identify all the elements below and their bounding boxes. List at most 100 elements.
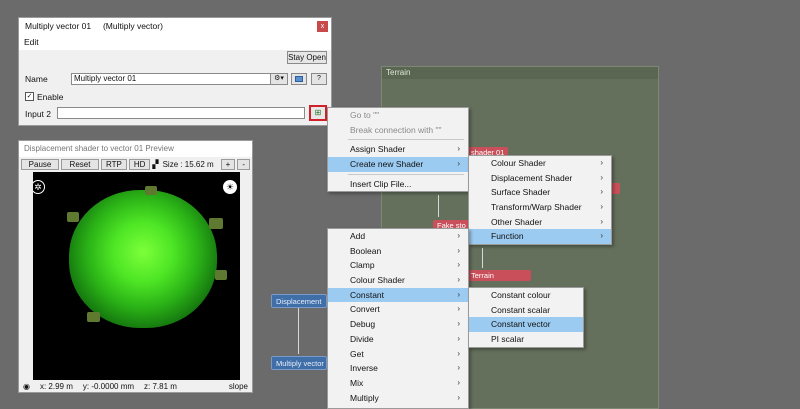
context-menu: Go to "" Break connection with "" Assign…: [327, 107, 469, 193]
chevron-right-icon: ›: [457, 348, 460, 358]
menu-item-constant[interactable]: Constant ›: [328, 287, 468, 303]
dialog-title: Multiply vector 01 (Multiply vector): [25, 21, 163, 31]
menu-item-constant-scalar[interactable]: Constant scalar: [469, 303, 583, 318]
menu-item-colour-shader-fn[interactable]: Colour Shader ›: [328, 273, 468, 288]
displacement-node[interactable]: Displacement: [271, 294, 327, 308]
chevron-right-icon: ›: [457, 159, 460, 169]
preview-window: Displacement shader to vector 01 Preview…: [18, 140, 253, 393]
chevron-right-icon: ›: [600, 172, 603, 182]
input2-add-button[interactable]: ⊞: [309, 105, 327, 121]
light-icon[interactable]: ☀: [223, 180, 237, 194]
multiply-vector-node[interactable]: Multiply vector: [271, 356, 327, 370]
preview-viewport[interactable]: ✲ ☀: [33, 172, 240, 381]
menu-item-assign-shader[interactable]: Assign Shader ›: [328, 142, 468, 157]
menu-item-divide[interactable]: Divide ›: [328, 332, 468, 347]
menu-item-clamp[interactable]: Clamp ›: [328, 258, 468, 273]
menu-item-goto[interactable]: Go to "": [328, 108, 468, 123]
gear-menu-button[interactable]: ⚙▾: [270, 73, 288, 85]
constant-submenu: Constant colour Constant scalar Constant…: [468, 287, 584, 348]
chevron-right-icon: ›: [457, 333, 460, 343]
chevron-right-icon: ›: [457, 319, 460, 329]
menu-item-add[interactable]: Add ›: [328, 229, 468, 244]
chevron-right-icon: ›: [457, 260, 460, 270]
menu-separator: [348, 173, 464, 175]
view-button[interactable]: [291, 73, 307, 85]
input2-field[interactable]: [57, 107, 305, 119]
status-slope: slope: [228, 381, 248, 391]
window-icon: [295, 76, 303, 82]
dialog-menubar: Edit: [19, 36, 331, 50]
menu-item-boolean[interactable]: Boolean ›: [328, 244, 468, 259]
chevron-right-icon: ›: [457, 304, 460, 314]
menu-item-convert[interactable]: Convert ›: [328, 302, 468, 317]
status-z: z: 7.81 m: [144, 381, 177, 391]
input2-label: Input 2: [25, 109, 51, 119]
node-dialog: Multiply vector 01 (Multiply vector) x E…: [18, 17, 332, 126]
chevron-right-icon: ›: [600, 231, 603, 241]
menu-item-create-new-shader[interactable]: Create new Shader ›: [328, 157, 468, 172]
zoom-in-button[interactable]: +: [220, 158, 236, 170]
menu-separator: [348, 139, 464, 141]
menu-item-other-shader[interactable]: Other Shader ›: [469, 215, 611, 230]
rtp-button[interactable]: RTP: [101, 158, 127, 170]
menu-item-mix[interactable]: Mix ›: [328, 376, 468, 391]
menu-item-function[interactable]: Function ›: [469, 229, 611, 245]
zoom-out-button[interactable]: -: [237, 158, 250, 170]
dialog-title-bar: Multiply vector 01 (Multiply vector) x: [19, 18, 331, 36]
size-readout: Size : 15.62 m: [162, 159, 214, 169]
reset-button[interactable]: Reset: [61, 158, 99, 170]
name-label: Name: [25, 74, 48, 84]
close-button[interactable]: x: [317, 21, 328, 32]
menu-item-colour-shader[interactable]: Colour Shader ›: [469, 156, 611, 171]
render-detail: [209, 218, 223, 229]
terrain-node[interactable]: Terrain: [467, 270, 531, 281]
chevron-right-icon: ›: [600, 216, 603, 226]
menu-item-insert-clip-file[interactable]: Insert Clip File...: [328, 177, 468, 192]
terrain-panel-title: Terrain: [382, 67, 658, 79]
status-x: x: 2.99 m: [39, 381, 73, 391]
graph-wire: [438, 195, 439, 217]
brush-icon[interactable]: ▞: [152, 160, 158, 169]
menu-item-get[interactable]: Get ›: [328, 347, 468, 362]
menu-item-break-connection[interactable]: Break connection with "": [328, 123, 468, 138]
chevron-right-icon: ›: [457, 377, 460, 387]
render-detail: [67, 212, 79, 222]
menu-item-debug[interactable]: Debug ›: [328, 317, 468, 332]
menu-item-transform-warp-shader[interactable]: Transform/Warp Shader ›: [469, 200, 611, 215]
preview-toolbar: Pause Reset RTP HD ▞ Size : 15.62 m + -: [19, 157, 252, 171]
chevron-right-icon: ›: [600, 202, 603, 212]
displacement-preview-render: [69, 190, 217, 328]
menu-edit[interactable]: Edit: [24, 37, 39, 47]
help-button[interactable]: ?: [311, 73, 327, 85]
menu-item-surface-shader[interactable]: Surface Shader ›: [469, 185, 611, 200]
menu-item-multiply[interactable]: Multiply ›: [328, 391, 468, 406]
chevron-right-icon: ›: [457, 363, 460, 373]
chevron-right-icon: ›: [600, 187, 603, 197]
gear-icon: ⚙▾: [274, 75, 284, 82]
hd-button[interactable]: HD: [128, 158, 151, 170]
add-node-icon: ⊞: [314, 108, 322, 117]
graph-wire: [482, 248, 483, 268]
graph-wire: [298, 308, 299, 354]
menu-item-inverse[interactable]: Inverse ›: [328, 361, 468, 376]
render-detail: [215, 270, 227, 280]
rotate-camera-icon[interactable]: ✲: [33, 180, 45, 194]
name-input[interactable]: Multiply vector 01: [71, 73, 282, 85]
chevron-right-icon: ›: [457, 275, 460, 285]
render-detail: [87, 312, 100, 322]
render-detail: [145, 186, 157, 195]
preview-title: Displacement shader to vector 01 Preview: [19, 141, 252, 157]
enable-label: Enable: [37, 92, 64, 102]
chevron-right-icon: ›: [600, 158, 603, 167]
menu-item-constant-vector[interactable]: Constant vector: [469, 317, 583, 333]
menu-item-constant-colour[interactable]: Constant colour: [469, 288, 583, 303]
function-submenu: Add › Boolean › Clamp › Colour Shader › Cons…: [327, 228, 469, 409]
menu-item-pi-scalar[interactable]: PI scalar: [469, 332, 583, 347]
pause-button[interactable]: Pause: [21, 158, 59, 170]
enable-checkbox[interactable]: ✓: [25, 92, 34, 101]
chevron-right-icon: ›: [457, 392, 460, 402]
eye-icon[interactable]: ◉: [23, 382, 30, 391]
stay-open-button[interactable]: Stay Open: [287, 51, 327, 64]
chevron-right-icon: ›: [457, 289, 460, 299]
menu-item-displacement-shader[interactable]: Displacement Shader ›: [469, 171, 611, 186]
